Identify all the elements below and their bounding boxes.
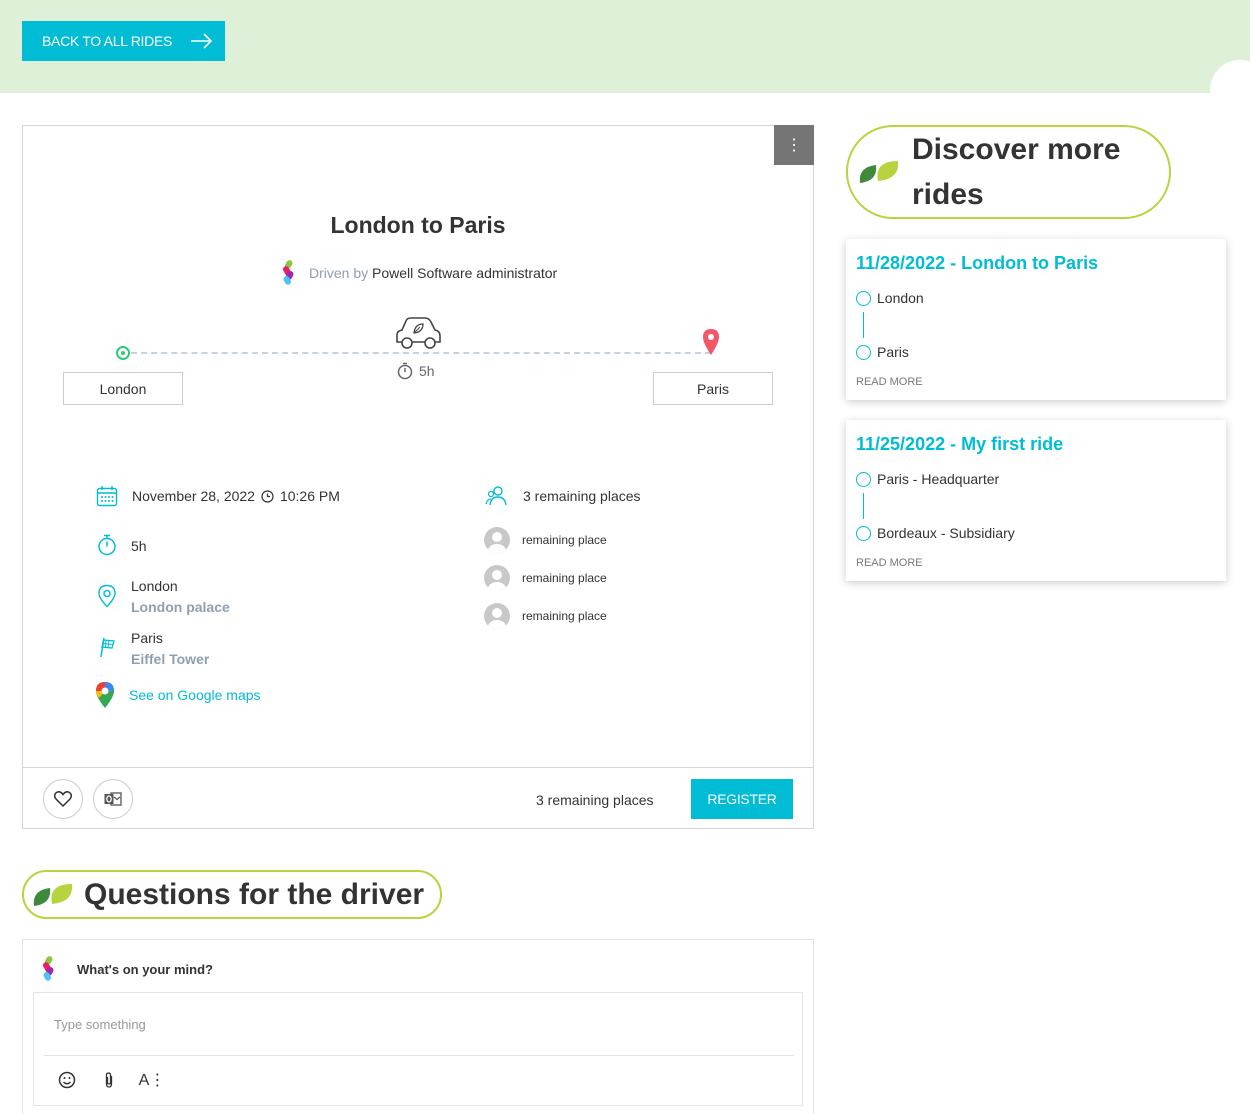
ride-suggestion-from-label: Paris - Headquarter [877,471,1000,487]
back-button-label: BACK TO ALL RIDES [42,33,173,49]
stop-circle-icon [856,525,871,541]
ride-suggestion-title[interactable]: 11/25/2022 - My first ride [856,434,1063,455]
ride-suggestion-to: Bordeaux - Subsidiary [856,525,1015,541]
read-more-link[interactable]: READ MORE [856,376,923,388]
driver-name: Powell Software administrator [372,265,558,281]
driven-by-label: Driven by [309,265,369,281]
ride-suggestion-from: London [856,290,924,306]
question-input[interactable] [54,1017,754,1032]
composer-header: What's on your mind? [41,956,213,982]
powell-logo-icon [43,956,54,981]
passenger-slot: remaining place [484,527,607,553]
arrival-row: Paris Eiffel Tower [97,630,209,667]
route-duration: 5h [397,362,435,380]
stop-circle-icon [856,290,871,306]
ride-suggestion-from: Paris - Headquarter [856,471,999,487]
vertical-dots-icon: ⋮ [786,137,802,154]
stop-circle-icon [856,471,871,487]
arrival-city: Paris [131,630,163,646]
emoji-icon [58,1071,76,1089]
ride-suggestion-to-label: Bordeaux - Subsidiary [877,525,1015,541]
card-footer: 3 remaining places REGISTER [23,767,813,829]
arrival-place: Eiffel Tower [131,651,210,667]
destination-pin-icon [703,329,719,355]
questions-heading-text: Questions for the driver [84,877,425,911]
outlook-icon [104,792,122,806]
calendar-icon [96,486,118,507]
discover-heading-line2: rides [912,178,984,211]
avatar-placeholder-icon [484,527,510,553]
ride-duration: 5h [131,538,147,554]
avatar-placeholder-icon [484,565,510,591]
eco-car-icon [396,317,441,349]
stopwatch-icon [397,362,413,380]
ride-suggestion-from-label: London [877,290,924,306]
arrow-right-icon [191,33,213,49]
passenger-slot-label: remaining place [522,609,607,623]
question-composer: What's on your mind? A⋮ [22,939,814,1114]
questions-heading: Questions for the driver [22,870,442,919]
date-row: November 28, 2022 10:26 PM [96,485,340,507]
ride-suggestion-title[interactable]: 11/28/2022 - London to Paris [856,253,1098,274]
end-city-box: Paris [653,372,773,405]
google-maps-icon [96,682,114,708]
read-more-link[interactable]: READ MORE [856,557,923,569]
discover-heading: Discover more rides [846,125,1171,219]
google-maps-link[interactable]: See on Google maps [129,687,261,703]
departure-row: London London palace [97,578,230,615]
passenger-slot: remaining place [484,603,607,629]
ride-suggestion-card[interactable]: 11/28/2022 - London to Paris London Pari… [846,239,1226,400]
stop-circle-icon [856,344,871,360]
start-city-box: London [63,372,183,405]
banner-decoration [1215,80,1245,110]
google-maps-row: See on Google maps [95,681,261,709]
stopwatch-icon [98,534,116,556]
emoji-button[interactable] [56,1069,78,1091]
avatar-placeholder-icon [484,603,510,629]
start-point-icon [116,346,130,360]
duration-row: 5h [97,534,147,556]
ride-suggestion-to: Paris [856,344,909,360]
ride-detail-card: ⋮ London to Paris Driven by Powell Softw… [22,125,814,829]
ride-date: November 28, 2022 [132,488,255,504]
ride-suggestion-to-label: Paris [877,344,909,360]
route-connector [863,493,864,519]
passenger-slot-label: remaining place [522,571,607,585]
more-options-button[interactable]: ⋮ [774,125,814,165]
attach-button[interactable] [98,1069,120,1091]
departure-place: London palace [131,599,230,615]
passenger-slot: remaining place [484,565,607,591]
route-connector [863,312,864,338]
discover-heading-line1: Discover more [912,133,1121,166]
remaining-places-summary: 3 remaining places [523,488,641,504]
like-button[interactable] [43,779,83,819]
driver-info: Driven by Powell Software administrator [281,260,557,286]
remaining-places-row: 3 remaining places [485,485,641,507]
ride-suggestion-card[interactable]: 11/25/2022 - My first ride Paris - Headq… [846,420,1226,581]
text-format-button[interactable]: A⋮ [138,1069,166,1091]
clock-icon [261,489,274,503]
add-to-outlook-button[interactable] [93,779,133,819]
powell-logo-icon [283,260,294,285]
back-to-all-rides-button[interactable]: BACK TO ALL RIDES [22,21,225,61]
composer-divider [44,1055,794,1056]
leaf-icon [859,161,899,183]
heart-icon [54,791,72,807]
text-format-icon: A⋮ [138,1072,166,1089]
composer-prompt: What's on your mind? [77,961,213,977]
composer-box: A⋮ [33,992,803,1106]
route-line [131,352,711,354]
footer-remaining-places: 3 remaining places [536,792,654,808]
ride-title: London to Paris [330,212,506,238]
departure-city: London [131,578,178,594]
ride-time: 10:26 PM [279,488,340,504]
register-button[interactable]: REGISTER [691,779,793,819]
paperclip-icon [105,1072,113,1088]
passenger-slot-label: remaining place [522,533,607,547]
passengers-icon [485,486,507,506]
location-pin-icon [98,584,116,608]
finish-flag-icon [100,637,115,658]
leaf-icon [33,883,73,906]
route-duration-value: 5h [419,363,435,379]
